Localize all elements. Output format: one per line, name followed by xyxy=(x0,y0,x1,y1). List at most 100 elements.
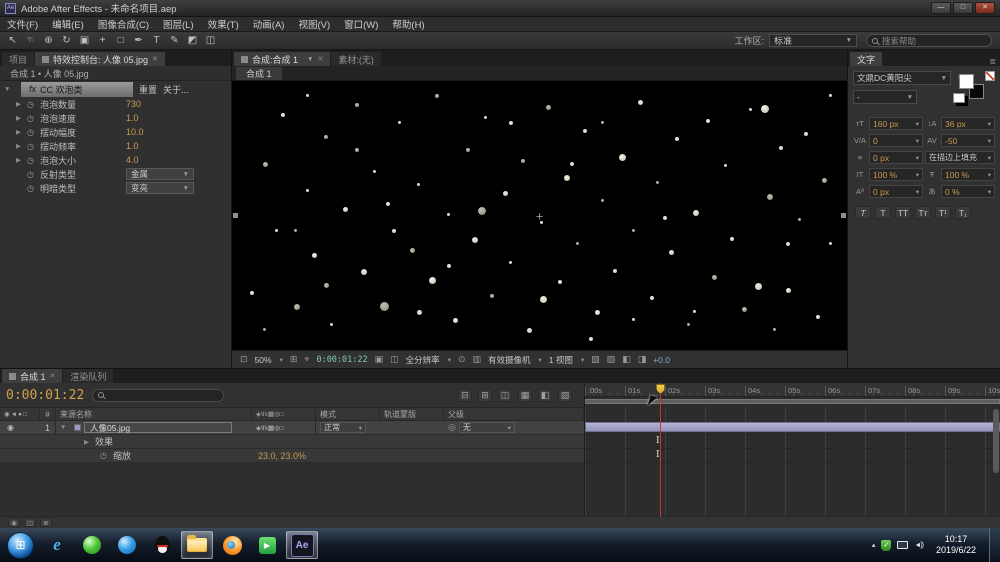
property-dropdown[interactable]: 金属 ▼ xyxy=(126,168,194,180)
faux-style-button[interactable]: TT xyxy=(895,206,911,219)
menu-item[interactable]: 编辑(E) xyxy=(45,17,91,31)
twirl-closed-icon[interactable]: ▶ xyxy=(16,142,27,150)
faux-style-button[interactable]: T₁ xyxy=(955,206,971,219)
fill-mode-dropdown[interactable]: 在描边上填充▾ xyxy=(925,151,995,164)
volume-icon[interactable]: ◄)) xyxy=(914,542,923,549)
stopwatch-icon[interactable]: ◷ xyxy=(100,451,113,460)
timeline-search[interactable] xyxy=(92,389,224,402)
about-button[interactable]: 关于... xyxy=(163,83,189,96)
pan-behind-tool-icon[interactable]: + xyxy=(94,33,111,48)
tray-expand-icon[interactable]: ▴ xyxy=(872,541,876,549)
kerning-value[interactable]: 0▾ xyxy=(869,134,923,147)
magnify-region-icon[interactable]: ⊡ xyxy=(240,354,248,365)
firefox-icon[interactable] xyxy=(216,531,248,559)
horizontal-scale-value[interactable]: 100 %▾ xyxy=(941,168,995,181)
draft3d-icon[interactable]: ⊞ xyxy=(478,389,492,402)
stopwatch-icon[interactable]: ◷ xyxy=(27,142,40,151)
fast-preview-icon[interactable]: ▨ xyxy=(607,354,616,365)
reset-button[interactable]: 重置 xyxy=(139,83,157,96)
layer-row[interactable]: ◉ 1 ▼ 人像05.jpg ◈\fx▦◎□ 正常▾ ◎无▾ xyxy=(0,421,584,435)
help-search-input[interactable] xyxy=(882,36,972,46)
browser-green-icon[interactable] xyxy=(76,531,108,559)
time-ruler[interactable]: :00s01s02s03s04s05s06s07s08s09s10s xyxy=(585,383,1000,397)
composition-viewport[interactable]: + xyxy=(232,81,847,350)
menu-item[interactable]: 图像合成(C) xyxy=(91,17,156,31)
tab-composition[interactable]: 合成:合成 1 ▼ ✕ xyxy=(234,52,330,66)
leading-value[interactable]: 36 px▾ xyxy=(941,117,995,130)
roi-icon[interactable]: ⊞ xyxy=(290,354,298,365)
start-button[interactable]: ⊞ xyxy=(7,532,34,559)
network-icon[interactable] xyxy=(897,541,908,549)
faux-style-button[interactable]: T xyxy=(875,206,891,219)
effects-group-row[interactable]: ▶效果 xyxy=(0,435,584,449)
property-value[interactable]: 1.0 xyxy=(126,141,139,151)
view-layout-dropdown[interactable]: 1 视图▾ xyxy=(549,354,584,366)
stroke-width-value[interactable]: 0 px▾ xyxy=(869,151,923,164)
shy-layers-icon[interactable]: ◫ xyxy=(498,389,512,402)
menu-item[interactable]: 动画(A) xyxy=(246,17,292,31)
twirl-closed-icon[interactable]: ▶ xyxy=(16,114,27,122)
menu-item[interactable]: 文件(F) xyxy=(0,17,45,31)
stopwatch-icon[interactable]: ◷ xyxy=(27,170,40,179)
graph-editor-icon[interactable]: ▨ xyxy=(558,389,572,402)
camera-dropdown[interactable]: 有效摄像机▾ xyxy=(488,354,542,366)
effect-header[interactable]: ▼ fxCC 欢泡类 重置 关于... xyxy=(0,81,231,97)
comp-flowchart-icon[interactable]: ⊟ xyxy=(458,389,472,402)
resolution-dropdown[interactable]: 全分辨率▾ xyxy=(406,354,451,366)
pen-tool-icon[interactable]: ✒ xyxy=(130,33,147,48)
tsume-value[interactable]: 0 %▾ xyxy=(941,185,995,198)
baseline-shift-value[interactable]: 0 px▾ xyxy=(869,185,923,198)
tab-render-queue[interactable]: 渲染队列 xyxy=(63,369,113,383)
stopwatch-icon[interactable]: ◷ xyxy=(27,184,40,193)
zoom-dropdown[interactable]: 50%▾ xyxy=(255,355,283,365)
tab-project[interactable]: 项目 xyxy=(2,52,34,66)
maximize-button[interactable]: □ xyxy=(953,2,973,14)
tab-timeline-comp[interactable]: 合成 1 ✕ xyxy=(2,369,62,383)
faux-style-button[interactable]: T xyxy=(855,206,871,219)
twirl-open-icon[interactable]: ▼ xyxy=(4,86,15,93)
layer-duration-bar[interactable] xyxy=(585,422,1000,432)
stopwatch-icon[interactable]: ◷ xyxy=(27,128,40,137)
twirl-closed-icon[interactable]: ▶ xyxy=(16,156,27,164)
stopwatch-icon[interactable]: ◷ xyxy=(27,156,40,165)
property-value[interactable]: 1.0 xyxy=(126,113,139,123)
font-size-value[interactable]: 160 px▾ xyxy=(869,117,923,130)
frame-blend-icon[interactable]: ▦ xyxy=(518,389,532,402)
toggle-switches-icon[interactable]: ◉ xyxy=(8,518,20,527)
property-value[interactable]: 10.0 xyxy=(126,127,144,137)
menu-item[interactable]: 视图(V) xyxy=(291,17,337,31)
layer-color-chip[interactable] xyxy=(74,424,81,431)
preview-timecode[interactable]: 0:00:01:22 xyxy=(316,355,367,365)
selection-tool-icon[interactable]: ↖ xyxy=(4,33,21,48)
hand-tool-icon[interactable]: ☜ xyxy=(22,33,39,48)
twirl-closed-icon[interactable]: ▶ xyxy=(84,438,95,446)
layer-name[interactable]: 人像05.jpg xyxy=(84,422,232,433)
brush-tool-icon[interactable]: ✎ xyxy=(166,33,183,48)
camera-tool-icon[interactable]: ▣ xyxy=(76,33,93,48)
qq-icon[interactable] xyxy=(146,531,178,559)
panel-menu-icon[interactable]: ≣ xyxy=(985,57,1000,66)
scale-value[interactable]: 23.0, 23.0% xyxy=(258,451,306,461)
faux-style-button[interactable]: Tт xyxy=(915,206,931,219)
comp-handle-right[interactable] xyxy=(841,213,846,218)
transparency-grid-icon[interactable]: ▥ xyxy=(473,354,482,365)
flowchart-icon[interactable]: ◨ xyxy=(638,354,647,365)
minimize-button[interactable]: — xyxy=(931,2,951,14)
timeline-vertical-scrollbar[interactable] xyxy=(993,409,999,473)
pickwhip-icon[interactable]: ◎ xyxy=(448,422,456,433)
col-track-matte[interactable]: 轨道蒙版 xyxy=(380,408,444,420)
menu-item[interactable]: 帮助(H) xyxy=(385,17,431,31)
current-time-indicator[interactable] xyxy=(660,383,661,517)
vertical-scale-value[interactable]: 100 %▾ xyxy=(869,168,923,181)
clone-stamp-tool-icon[interactable]: ◩ xyxy=(184,33,201,48)
exposure-value[interactable]: +0.0 xyxy=(653,355,670,365)
player-icon[interactable]: ▶ xyxy=(251,531,283,559)
show-channel-icon[interactable]: ◫ xyxy=(390,354,399,365)
menu-item[interactable]: 窗口(W) xyxy=(337,17,385,31)
property-value[interactable]: 4.0 xyxy=(126,155,139,165)
motion-blur-icon[interactable]: ◧ xyxy=(538,389,552,402)
eraser-tool-icon[interactable]: ◫ xyxy=(202,33,219,48)
toggle-transfer-icon[interactable]: ◫ xyxy=(24,518,36,527)
tracking-value[interactable]: -50▾ xyxy=(941,134,995,147)
parent-dropdown[interactable]: 无▾ xyxy=(459,422,515,433)
